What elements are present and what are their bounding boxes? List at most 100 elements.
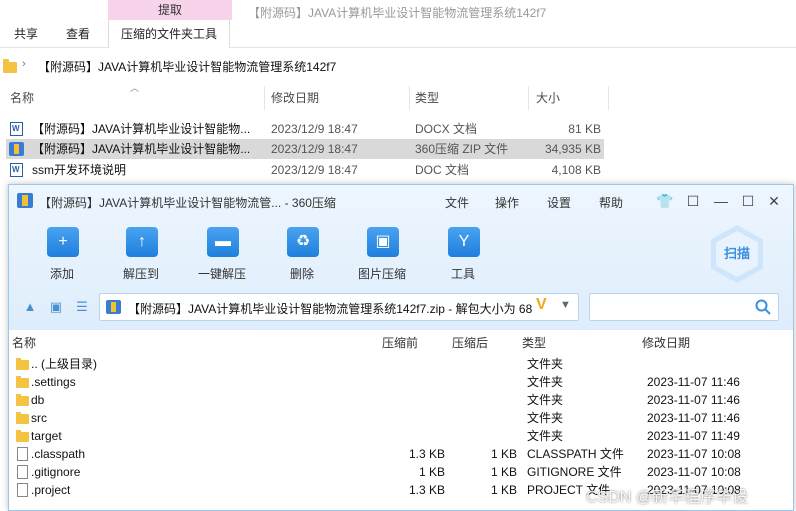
verified-v-icon: V xyxy=(536,296,547,313)
search-input[interactable] xyxy=(589,293,779,321)
chevron-right-icon[interactable]: › xyxy=(22,58,26,70)
tools-button[interactable]: Y 工具 xyxy=(428,225,498,281)
column-divider[interactable] xyxy=(409,86,410,110)
one-click-extract-label: 一键解压 xyxy=(197,267,246,281)
zip-archive-window: 【附源码】JAVA计算机毕业设计智能物流管... - 360压缩 文件 操作 设… xyxy=(8,184,794,511)
folder-icon xyxy=(16,430,29,442)
extract-to-button[interactable]: ↑ 解压到 xyxy=(106,225,176,281)
add-label: 添加 xyxy=(49,267,74,281)
archive-row[interactable]: src 文件夹 2023-11-07 11:46 xyxy=(13,409,789,427)
entry-name: src xyxy=(31,411,47,425)
folder-icon xyxy=(16,412,29,424)
column-header-size[interactable]: 大小 xyxy=(536,86,560,110)
column-divider[interactable] xyxy=(528,86,529,110)
column-divider[interactable] xyxy=(608,86,609,110)
file-type: DOC 文档 xyxy=(415,163,470,177)
word-doc-icon xyxy=(10,163,23,177)
delete-button[interactable]: ♻ 删除 xyxy=(267,225,337,281)
column-header-name[interactable]: 名称 xyxy=(10,86,34,110)
column-divider[interactable] xyxy=(264,86,265,110)
file-row[interactable]: ssm开发环境说明 2023/12/9 18:47 DOC 文档 4,108 K… xyxy=(6,160,604,180)
extract-to-label: 解压到 xyxy=(122,267,159,281)
archive-row[interactable]: db 文件夹 2023-11-07 11:46 xyxy=(13,391,789,409)
ribbon-tabs: 共享 查看 压缩的文件夹工具 xyxy=(0,20,796,48)
menu-file[interactable]: 文件 xyxy=(445,194,469,211)
entry-type: 文件夹 xyxy=(527,357,564,371)
menu-help[interactable]: 帮助 xyxy=(599,194,623,211)
file-type: 360压缩 ZIP 文件 xyxy=(415,142,509,156)
file-date: 2023/12/9 18:47 xyxy=(271,122,358,136)
zip-toolbar-area: 【附源码】JAVA计算机毕业设计智能物流管... - 360压缩 文件 操作 设… xyxy=(9,185,793,330)
tab-share[interactable]: 共享 xyxy=(14,20,38,48)
tools-icon: Y xyxy=(448,227,480,257)
csdn-watermark: CSDN @新华程序毕设 xyxy=(586,489,749,506)
address-path[interactable]: 【附源码】JAVA计算机毕业设计智能物流管理系统142f7 xyxy=(38,58,336,75)
image-compress-button[interactable]: ▣ 图片压缩 xyxy=(347,225,417,281)
archive-row[interactable]: .. (上级目录) 文件夹 xyxy=(13,355,789,373)
tab-view[interactable]: 查看 xyxy=(66,20,90,48)
entry-size-after: 1 KB xyxy=(490,483,517,497)
entry-size-before: 1.3 KB xyxy=(408,483,445,497)
column-header-type[interactable]: 类型 xyxy=(415,86,439,110)
zip-window-title: 【附源码】JAVA计算机毕业设计智能物流管... - 360压缩 xyxy=(39,196,336,210)
feedback-icon[interactable]: ☐ xyxy=(682,190,704,212)
up-arrow-icon[interactable]: ▲ xyxy=(21,298,39,316)
list-view-icon[interactable]: ☰ xyxy=(73,298,91,316)
entry-name: .project xyxy=(31,483,71,497)
add-button[interactable]: + 添加 xyxy=(27,225,97,281)
entry-date: 2023-11-07 10:08 xyxy=(647,447,741,461)
entry-size-before: 1.3 KB xyxy=(408,447,445,461)
entry-name: target xyxy=(31,429,62,443)
archive-row[interactable]: .classpath 1.3 KB 1 KB CLASSPATH 文件 2023… xyxy=(13,445,789,463)
column-header-before[interactable]: 压缩前 xyxy=(382,335,418,351)
tab-compressed-folder-tools[interactable]: 压缩的文件夹工具 xyxy=(108,20,231,48)
file-row[interactable]: 【附源码】JAVA计算机毕业设计智能物... 2023/12/9 18:47 D… xyxy=(6,119,604,139)
entry-name: .. (上级目录) xyxy=(31,357,97,371)
file-size: 4,108 KB xyxy=(551,163,601,177)
menu-settings[interactable]: 设置 xyxy=(547,194,571,211)
image-compress-label: 图片压缩 xyxy=(357,267,406,281)
column-header-date[interactable]: 修改日期 xyxy=(642,335,690,351)
archive-row[interactable]: .settings 文件夹 2023-11-07 11:46 xyxy=(13,373,789,391)
folder-icon xyxy=(16,358,29,370)
extract-to-icon: ↑ xyxy=(126,227,158,257)
search-icon[interactable] xyxy=(754,298,772,316)
skin-shirt-icon[interactable]: 👕 xyxy=(654,190,676,212)
close-icon[interactable]: ✕ xyxy=(763,190,785,212)
file-row-selected[interactable]: 【附源码】JAVA计算机毕业设计智能物... 2023/12/9 18:47 3… xyxy=(6,139,604,159)
minimize-icon[interactable]: — xyxy=(710,190,732,212)
column-header-type[interactable]: 类型 xyxy=(522,335,546,351)
entry-size-after: 1 KB xyxy=(490,465,517,479)
address-bar[interactable]: › 【附源码】JAVA计算机毕业设计智能物流管理系统142f7 xyxy=(0,54,796,78)
tools-label: 工具 xyxy=(450,267,475,281)
add-icon: + xyxy=(47,227,79,257)
file-icon xyxy=(17,483,28,497)
folder-icon xyxy=(16,376,29,388)
maximize-icon[interactable]: ☐ xyxy=(737,190,759,212)
entry-name: .gitignore xyxy=(31,465,81,479)
entry-type: GITIGNORE 文件 xyxy=(527,465,622,479)
entry-type: 文件夹 xyxy=(527,429,564,443)
file-icon xyxy=(17,465,28,479)
tab-extract[interactable]: 提取 xyxy=(108,0,232,20)
entry-date: 2023-11-07 11:49 xyxy=(647,429,740,443)
file-date: 2023/12/9 18:47 xyxy=(271,142,358,156)
archive-row[interactable]: .gitignore 1 KB 1 KB GITIGNORE 文件 2023-1… xyxy=(13,463,789,481)
thumbnail-view-icon[interactable]: ▣ xyxy=(47,298,65,316)
entry-date: 2023-11-07 10:08 xyxy=(647,465,741,479)
archive-row[interactable]: target 文件夹 2023-11-07 11:49 xyxy=(13,427,789,445)
column-header-name[interactable]: 名称 xyxy=(12,335,36,351)
window-title: 【附源码】JAVA计算机毕业设计智能物流管理系统142f7 xyxy=(248,6,547,20)
scan-button[interactable]: 扫描 xyxy=(711,225,763,283)
column-header-date[interactable]: 修改日期 xyxy=(271,86,319,110)
archive-path-field[interactable]: 【附源码】JAVA计算机毕业设计智能物流管理系统142f7.zip - 解包大小… xyxy=(99,293,579,321)
entry-type: 文件夹 xyxy=(527,393,564,407)
archive-path-text: 【附源码】JAVA计算机毕业设计智能物流管理系统142f7.zip - 解包大小… xyxy=(128,302,533,316)
menu-operation[interactable]: 操作 xyxy=(495,194,519,211)
column-header-after[interactable]: 压缩后 xyxy=(452,335,488,351)
one-click-extract-button[interactable]: ▬ 一键解压 xyxy=(187,225,257,281)
entry-name: .settings xyxy=(31,375,76,389)
entry-date: 2023-11-07 11:46 xyxy=(647,411,740,425)
chevron-down-icon[interactable]: ▼ xyxy=(560,299,571,311)
entry-size-after: 1 KB xyxy=(490,447,517,461)
